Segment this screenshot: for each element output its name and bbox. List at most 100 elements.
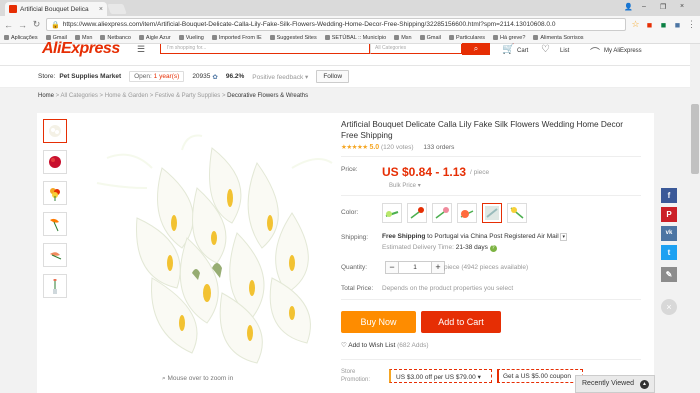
help-icon[interactable]: ?: [489, 245, 497, 252]
thumbnail-mixed-bouquet[interactable]: [43, 181, 67, 205]
browser-tab[interactable]: Artificial Bouquet Delica ×: [5, 2, 107, 16]
reload-icon[interactable]: ↻: [32, 19, 41, 30]
search-button[interactable]: ⌕: [462, 43, 490, 55]
thumbnail-red-bouquet[interactable]: [43, 150, 67, 174]
tab-close-icon[interactable]: ×: [99, 6, 103, 13]
bulk-price-text: Bulk Price: [389, 183, 417, 189]
breadcrumb-home[interactable]: Home: [38, 93, 54, 99]
thumbnail-white-bouquet[interactable]: [43, 119, 67, 143]
wishlist-label[interactable]: List: [560, 48, 569, 54]
rating-votes[interactable]: (120 votes): [381, 144, 414, 151]
chevron-down-icon: ▾: [417, 183, 421, 189]
store-promotion-label: Store Promotion:: [341, 368, 370, 384]
category-menu-icon[interactable]: ☰: [137, 44, 155, 54]
thumbnail-peach-lily[interactable]: [43, 243, 67, 267]
thumbnail-vase-lily[interactable]: [43, 274, 67, 298]
close-window-icon[interactable]: ×: [680, 3, 684, 10]
edit-icon[interactable]: ✎: [661, 267, 677, 282]
thumbnail-orange-lily[interactable]: [43, 212, 67, 236]
heart-icon: ♡: [341, 342, 347, 349]
add-to-wishlist-link[interactable]: ♡ Add to Wish List (682 Adds): [341, 341, 429, 349]
color-option-pink[interactable]: [432, 203, 452, 223]
cart-icon[interactable]: 🛒: [502, 44, 514, 55]
add-to-cart-button[interactable]: Add to Cart: [421, 311, 501, 333]
coupon-text: US $3.00 off per US $79.00: [396, 374, 476, 381]
bookmark-item[interactable]: Suggested Sites: [270, 35, 317, 41]
close-share-icon[interactable]: ×: [661, 299, 677, 315]
user-icon[interactable]: ⌒: [590, 44, 600, 59]
rating-score[interactable]: 5.0: [369, 144, 379, 151]
promo-label-line1: Store: [341, 369, 356, 375]
color-option-orange[interactable]: [457, 203, 477, 223]
browser-tab-bar: Artificial Bouquet Delica × 👤 – ❐ ×: [0, 0, 700, 16]
extension-icon[interactable]: ■: [673, 20, 682, 30]
free-shipping-text: Free Shipping: [382, 233, 426, 240]
breadcrumb-item[interactable]: All Categories: [61, 93, 98, 99]
recently-viewed-toggle[interactable]: Recently Viewed ▲: [575, 375, 655, 393]
buy-now-button[interactable]: Buy Now: [341, 311, 416, 333]
quantity-input[interactable]: 1: [399, 261, 431, 274]
minimize-icon[interactable]: –: [642, 3, 646, 10]
extension-icon[interactable]: ■: [659, 20, 668, 30]
store-score[interactable]: 20935: [192, 73, 210, 80]
bookmark-item[interactable]: Imported From IE: [212, 35, 262, 41]
forward-icon[interactable]: →: [18, 20, 27, 30]
total-price-text: Depends on the product properties you se…: [382, 285, 514, 292]
bookmark-item[interactable]: Gmail: [420, 35, 441, 41]
color-option-yellow[interactable]: [507, 203, 527, 223]
get-coupon-button[interactable]: Get a US $5.00 coupon: [497, 369, 583, 383]
maximize-icon[interactable]: ❐: [660, 3, 666, 11]
url-input[interactable]: 🔒 https://www.aliexpress.com/item/Artifi…: [46, 18, 626, 31]
cart-label[interactable]: Cart: [517, 48, 528, 54]
scrollbar-thumb[interactable]: [691, 104, 699, 174]
page-scrollbar[interactable]: [690, 44, 700, 393]
store-name-link[interactable]: Pet Supplies Market: [59, 73, 121, 80]
shipping-dropdown-icon[interactable]: ▾: [560, 233, 567, 241]
menu-icon[interactable]: ⋮: [687, 19, 696, 30]
bookmark-item[interactable]: Msn: [394, 35, 411, 41]
bookmark-item[interactable]: Vueling: [179, 35, 204, 41]
wishlist-text: Add to Wish List: [348, 342, 396, 349]
search-input[interactable]: I'm shopping for...: [160, 44, 370, 54]
follow-button[interactable]: Follow: [316, 70, 350, 83]
bulk-price-toggle[interactable]: Bulk Price ▾: [389, 182, 421, 189]
breadcrumb-item[interactable]: Festive & Party Supplies: [155, 93, 220, 99]
bookmark-item[interactable]: Aplicações: [4, 35, 38, 41]
rating-row: ★★★★★ 5.0 (120 votes) 133 orders: [341, 143, 454, 151]
quantity-decrease-button[interactable]: −: [385, 261, 399, 274]
color-option-green[interactable]: [382, 203, 402, 223]
color-option-red[interactable]: [407, 203, 427, 223]
bookmark-item[interactable]: Há greve?: [493, 35, 525, 41]
divider: [341, 156, 641, 157]
orders-count: 133 orders: [423, 144, 455, 151]
facebook-share-icon[interactable]: f: [661, 188, 677, 203]
breadcrumb-item[interactable]: Home & Garden: [105, 93, 148, 99]
wishlist-heart-icon[interactable]: ♡: [541, 44, 550, 55]
bookmark-item[interactable]: SETÚBAL :: Município: [325, 35, 387, 41]
user-profile-icon[interactable]: 👤: [624, 3, 633, 11]
twitter-share-icon[interactable]: t: [661, 245, 677, 260]
color-option-white[interactable]: [482, 203, 502, 223]
aliexpress-logo[interactable]: AliExpress: [42, 40, 120, 58]
price-value: US $0.84 - 1.13: [382, 165, 467, 179]
bookmark-item[interactable]: Aigle Azur: [139, 35, 171, 41]
feedback-label[interactable]: Positive feedback ▾: [252, 73, 308, 81]
store-bar: Store: Pet Supplies Market Open: 1 year(…: [0, 66, 700, 88]
my-aliexpress-link[interactable]: My AliExpress: [604, 48, 642, 54]
breadcrumb-item[interactable]: Decorative Flowers & Wreaths: [227, 93, 308, 99]
quantity-increase-button[interactable]: +: [431, 261, 445, 274]
bookmark-item[interactable]: Particulares: [449, 35, 485, 41]
magnifier-icon: ⌕: [162, 375, 166, 382]
bookmark-item[interactable]: Alimenta Sorrisos: [533, 35, 583, 41]
product-main-image[interactable]: [92, 128, 342, 373]
feedback-text: Positive feedback: [252, 73, 304, 81]
pinterest-share-icon[interactable]: P: [661, 207, 677, 222]
back-icon[interactable]: ←: [4, 20, 13, 30]
extension-icon[interactable]: ■: [645, 20, 654, 30]
new-tab-button[interactable]: [107, 4, 127, 14]
coupon-text: Get a US $5.00 coupon: [503, 373, 571, 380]
bookmark-star-icon[interactable]: ☆: [631, 19, 640, 30]
vk-share-icon[interactable]: vk: [661, 226, 677, 241]
store-discount-coupon[interactable]: US $3.00 off per US $79.00 ▾: [389, 369, 492, 383]
search-category-select[interactable]: All Categories: [370, 44, 462, 54]
